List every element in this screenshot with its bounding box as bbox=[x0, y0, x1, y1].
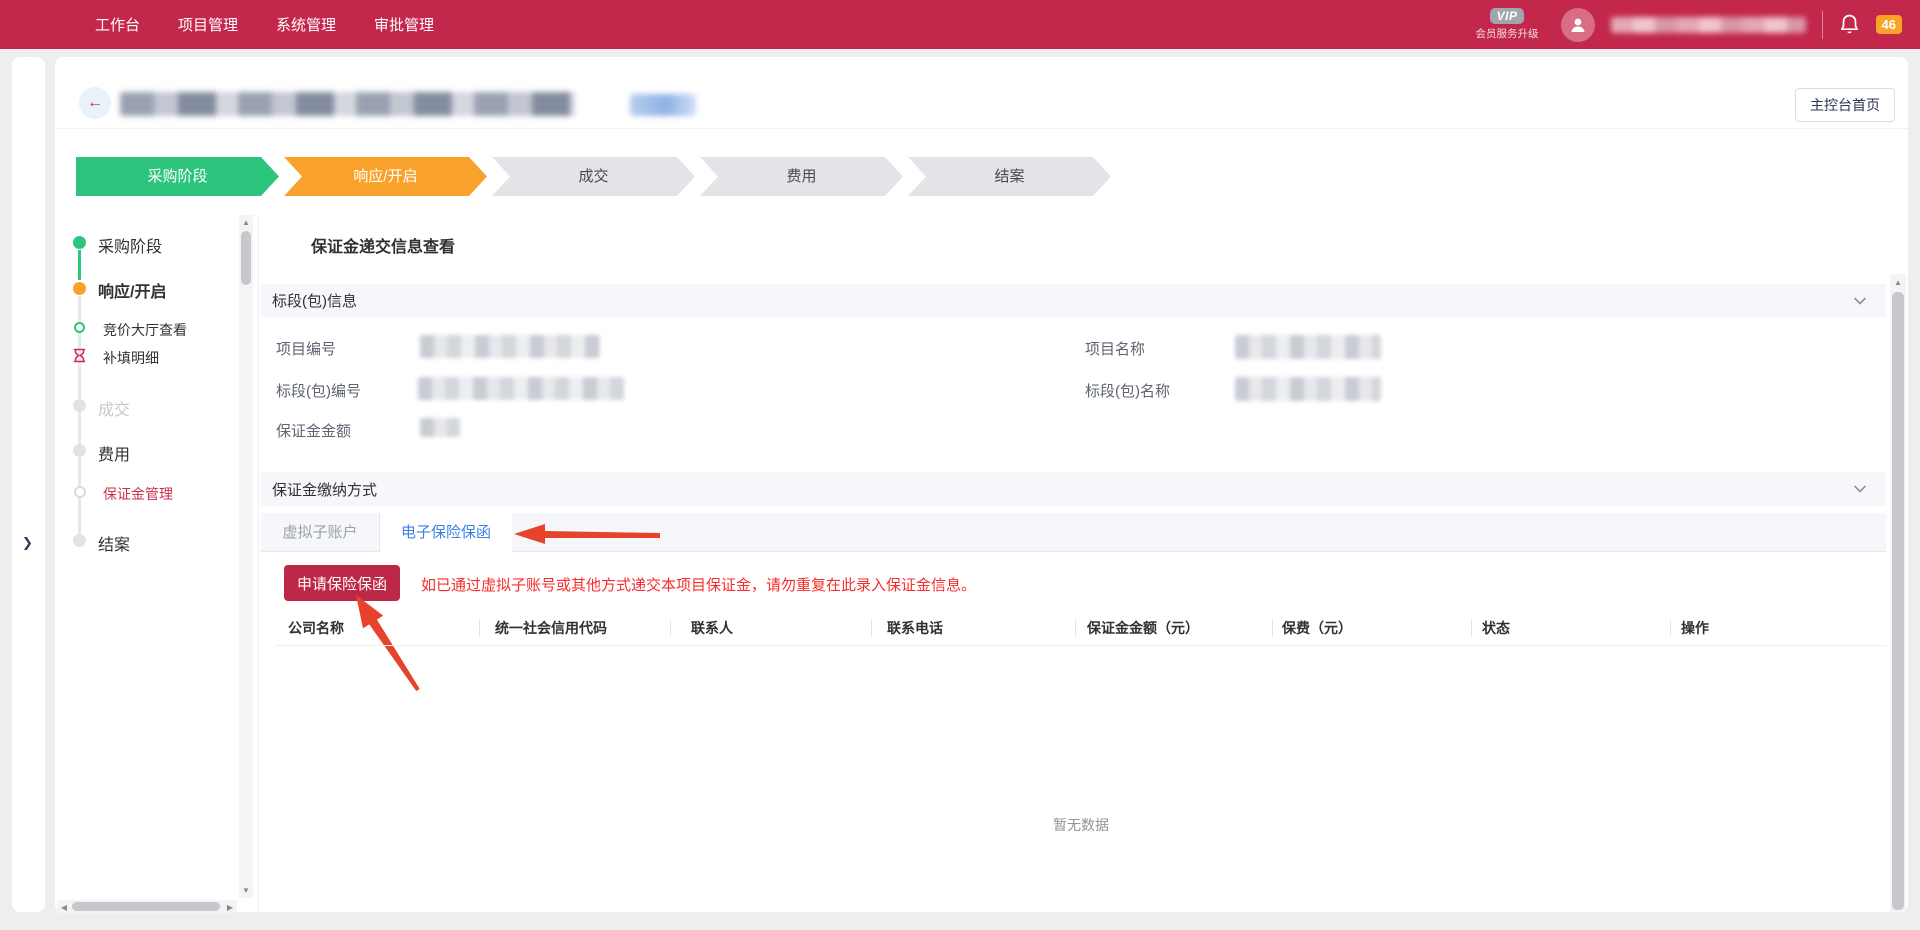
status-tag-redacted bbox=[630, 94, 696, 116]
field-value-deposit-amount-redacted bbox=[420, 418, 460, 437]
sidebar-item-supplement-detail[interactable]: 补填明细 bbox=[103, 348, 159, 368]
sidebar-item-fees[interactable]: 费用 bbox=[98, 441, 130, 465]
scroll-left-icon[interactable]: ◀ bbox=[57, 902, 71, 914]
vip-icon: VIP bbox=[1490, 8, 1525, 24]
expand-chevron-icon[interactable]: ❯ bbox=[22, 535, 33, 551]
top-navbar: 工作台 项目管理 系统管理 审批管理 VIP 会员服务升级 46 bbox=[0, 0, 1920, 49]
menu-item-system-management[interactable]: 系统管理 bbox=[276, 14, 336, 35]
console-home-button[interactable]: 主控台首页 bbox=[1795, 88, 1895, 122]
empty-table-placeholder: 暂无数据 bbox=[276, 815, 1886, 835]
dot-icon-fees bbox=[73, 444, 86, 457]
sidebar-item-closing[interactable]: 结案 bbox=[98, 531, 130, 555]
username-redacted[interactable] bbox=[1611, 17, 1806, 33]
field-label-deposit-amount: 保证金金额 bbox=[276, 420, 351, 441]
menu-item-approval-management[interactable]: 审批管理 bbox=[374, 14, 434, 35]
sidebar-scroll-thumb[interactable] bbox=[241, 231, 251, 285]
sidebar-item-bidding-hall-view[interactable]: 竞价大厅查看 bbox=[103, 320, 187, 340]
scroll-down-icon[interactable]: ▼ bbox=[239, 885, 253, 897]
apply-insurance-guarantee-button[interactable]: 申请保险保函 bbox=[284, 565, 400, 601]
vip-upgrade[interactable]: VIP 会员服务升级 bbox=[1476, 8, 1539, 41]
back-arrow-icon: ← bbox=[87, 94, 103, 112]
menu-item-project-management[interactable]: 项目管理 bbox=[178, 14, 238, 35]
field-label-project-name: 项目名称 bbox=[1085, 338, 1145, 359]
step-fees[interactable]: 费用 bbox=[700, 157, 903, 196]
field-value-package-number-redacted bbox=[418, 377, 624, 400]
ring-icon-bidding-hall bbox=[74, 322, 85, 333]
col-header-deposit-amount-yuan: 保证金金额（元） bbox=[1087, 618, 1199, 638]
ring-icon-deposit bbox=[74, 486, 86, 498]
dot-icon-deal bbox=[73, 399, 86, 412]
hourglass-icon bbox=[72, 348, 87, 363]
scroll-up-icon[interactable]: ▲ bbox=[1891, 277, 1905, 289]
step-procurement-phase[interactable]: 采购阶段 bbox=[76, 157, 279, 196]
table-header-border bbox=[276, 645, 1886, 646]
menu-item-workbench[interactable]: 工作台 bbox=[95, 14, 140, 35]
tab-virtual-sub-account[interactable]: 虚拟子账户 bbox=[261, 513, 380, 552]
back-button[interactable]: ← bbox=[79, 87, 111, 119]
dot-icon-response bbox=[73, 282, 86, 295]
field-value-package-name-redacted bbox=[1235, 377, 1381, 401]
dot-icon-closing bbox=[73, 534, 86, 547]
main-menu: 工作台 项目管理 系统管理 审批管理 bbox=[95, 0, 434, 49]
scroll-up-icon[interactable]: ▲ bbox=[239, 217, 253, 229]
sidebar-item-deal[interactable]: 成交 bbox=[98, 396, 130, 420]
project-title-redacted bbox=[120, 92, 575, 116]
section1-title: 标段(包)信息 bbox=[272, 290, 357, 311]
screen: 工作台 项目管理 系统管理 审批管理 VIP 会员服务升级 46 ❯ bbox=[0, 0, 1920, 930]
column-divider bbox=[670, 620, 671, 636]
field-value-project-number-redacted bbox=[420, 335, 600, 358]
dot-icon-procurement bbox=[73, 236, 86, 249]
vip-caption: 会员服务升级 bbox=[1476, 26, 1539, 41]
user-icon bbox=[1569, 16, 1587, 34]
column-divider bbox=[1670, 620, 1671, 636]
navbar-right: VIP 会员服务升级 46 bbox=[1476, 0, 1902, 49]
chevron-down-icon[interactable] bbox=[1854, 485, 1866, 493]
section-bid-package-info[interactable]: 标段(包)信息 bbox=[261, 284, 1886, 317]
col-header-social-credit-code: 统一社会信用代码 bbox=[495, 618, 607, 638]
timeline-segment-green bbox=[78, 250, 81, 280]
col-header-premium-yuan: 保费（元） bbox=[1282, 618, 1352, 638]
sidebar-item-response-open[interactable]: 响应/开启 bbox=[98, 278, 166, 302]
col-header-contact-phone: 联系电话 bbox=[887, 618, 943, 638]
section-deposit-payment-method[interactable]: 保证金缴纳方式 bbox=[261, 472, 1886, 506]
field-value-project-name-redacted bbox=[1235, 335, 1381, 359]
chevron-down-icon[interactable] bbox=[1854, 297, 1866, 305]
field-label-package-name: 标段(包)名称 bbox=[1085, 380, 1170, 401]
sidebar-content-divider bbox=[258, 215, 259, 912]
notification-count-badge[interactable]: 46 bbox=[1876, 15, 1902, 34]
step-closing[interactable]: 结案 bbox=[908, 157, 1111, 196]
sidebar-vertical-scrollbar[interactable] bbox=[239, 215, 253, 898]
content-scroll-thumb[interactable] bbox=[1892, 292, 1904, 910]
step-response-open[interactable]: 响应/开启 bbox=[284, 157, 487, 196]
column-divider bbox=[479, 620, 480, 636]
navbar-divider bbox=[1822, 11, 1823, 39]
column-divider bbox=[1471, 620, 1472, 636]
sidebar-hscroll-thumb[interactable] bbox=[72, 902, 220, 911]
step-deal[interactable]: 成交 bbox=[492, 157, 695, 196]
section2-title: 保证金缴纳方式 bbox=[272, 479, 377, 500]
column-divider bbox=[1075, 620, 1076, 636]
page-title: 保证金递交信息查看 bbox=[311, 233, 455, 257]
sidebar-item-procurement-phase[interactable]: 采购阶段 bbox=[98, 233, 162, 257]
sidebar-item-deposit-management[interactable]: 保证金管理 bbox=[103, 484, 173, 504]
header-divider bbox=[55, 128, 1908, 129]
col-header-company-name: 公司名称 bbox=[288, 618, 344, 638]
column-divider bbox=[871, 620, 872, 636]
user-avatar[interactable] bbox=[1561, 8, 1595, 42]
col-header-status: 状态 bbox=[1482, 618, 1510, 638]
bell-icon[interactable] bbox=[1839, 13, 1860, 36]
col-header-contact-person: 联系人 bbox=[691, 618, 733, 638]
column-divider bbox=[1272, 620, 1273, 636]
tab-electronic-insurance-guarantee[interactable]: 电子保险保函 bbox=[380, 513, 512, 557]
field-label-package-number: 标段(包)编号 bbox=[276, 380, 361, 401]
field-label-project-number: 项目编号 bbox=[276, 338, 336, 359]
duplicate-deposit-warning: 如已通过虚拟子账号或其他方式递交本项目保证金，请勿重复在此录入保证金信息。 bbox=[421, 574, 976, 595]
left-collapse-panel: ❯ bbox=[12, 57, 45, 912]
col-header-actions: 操作 bbox=[1681, 618, 1709, 638]
scroll-right-icon[interactable]: ▶ bbox=[223, 902, 237, 914]
